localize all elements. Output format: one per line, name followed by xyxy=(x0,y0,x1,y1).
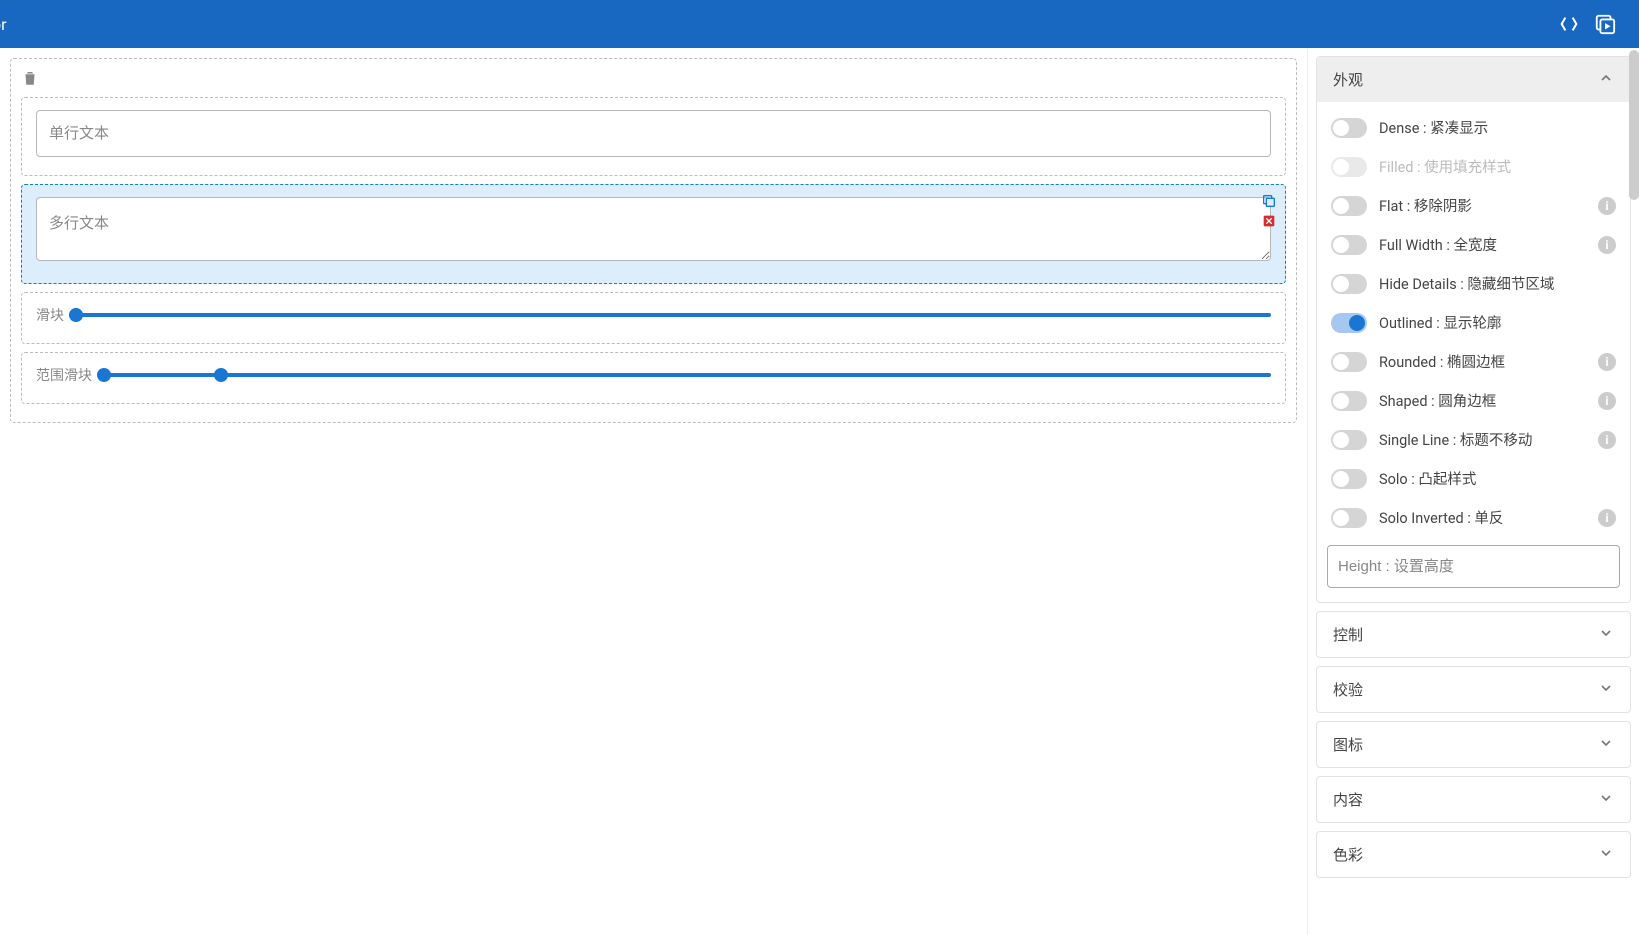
range-thumb-start[interactable] xyxy=(97,368,111,382)
prop-row-solo: Solo : 凸起样式 xyxy=(1327,459,1620,498)
prop-label: Single Line : 标题不移动 xyxy=(1379,429,1586,450)
prop-label: Full Width : 全宽度 xyxy=(1379,234,1586,255)
section-title: 色彩 xyxy=(1333,844,1363,865)
prop-row-singleline: Single Line : 标题不移动 i xyxy=(1327,420,1620,459)
prop-row-filled: Filled : 使用填充样式 xyxy=(1327,147,1620,186)
form-canvas[interactable]: 滑块 范围滑块 xyxy=(0,48,1307,935)
section-content: 内容 xyxy=(1316,776,1631,823)
prop-label: Shaped : 圆角边框 xyxy=(1379,390,1586,411)
slider-track[interactable] xyxy=(76,313,1271,317)
toggle-outlined[interactable] xyxy=(1331,313,1367,333)
info-icon[interactable]: i xyxy=(1598,197,1616,215)
section-title: 图标 xyxy=(1333,734,1363,755)
toggle-filled xyxy=(1331,157,1367,177)
chevron-down-icon xyxy=(1598,625,1614,645)
section-title: 内容 xyxy=(1333,789,1363,810)
toggle-fullwidth[interactable] xyxy=(1331,235,1367,255)
section-icon: 图标 xyxy=(1316,721,1631,768)
range-slider-track[interactable] xyxy=(104,373,1271,377)
form-container[interactable]: 滑块 范围滑块 xyxy=(10,58,1297,423)
prop-label: Solo Inverted : 单反 xyxy=(1379,507,1586,528)
toggle-rounded[interactable] xyxy=(1331,352,1367,372)
toggle-solo[interactable] xyxy=(1331,469,1367,489)
toggle-soloinverted[interactable] xyxy=(1331,508,1367,528)
close-icon[interactable] xyxy=(1261,213,1277,229)
prop-label: Dense : 紧凑显示 xyxy=(1379,117,1616,138)
app-header: or xyxy=(0,0,1639,48)
section-title: 控制 xyxy=(1333,624,1363,645)
code-icon[interactable] xyxy=(1557,12,1581,36)
properties-panel[interactable]: 外观 Dense : 紧凑显示 Filled : 使用填充样式 Flat : 移除阴… xyxy=(1307,48,1639,935)
prop-row-dense: Dense : 紧凑显示 xyxy=(1327,108,1620,147)
prop-label: Rounded : 椭圆边框 xyxy=(1379,351,1586,372)
form-toolbar xyxy=(21,69,1286,91)
section-header-appearance[interactable]: 外观 xyxy=(1317,57,1630,102)
range-thumb-end[interactable] xyxy=(214,368,228,382)
section-control: 控制 xyxy=(1316,611,1631,658)
slider-thumb[interactable] xyxy=(69,308,83,322)
text-input[interactable] xyxy=(36,110,1271,157)
prop-row-outlined: Outlined : 显示轮廓 xyxy=(1327,303,1620,342)
section-header-control[interactable]: 控制 xyxy=(1317,612,1630,657)
toggle-singleline[interactable] xyxy=(1331,430,1367,450)
prop-row-rounded: Rounded : 椭圆边框 i xyxy=(1327,342,1620,381)
field-single-line-text[interactable] xyxy=(21,97,1286,176)
section-header-color[interactable]: 色彩 xyxy=(1317,832,1630,877)
prop-row-flat: Flat : 移除阴影 i xyxy=(1327,186,1620,225)
section-title: 校验 xyxy=(1333,679,1363,700)
section-title: 外观 xyxy=(1333,69,1363,90)
height-input[interactable] xyxy=(1327,545,1620,588)
chevron-down-icon xyxy=(1598,680,1614,700)
toggle-flat[interactable] xyxy=(1331,196,1367,216)
play-icon[interactable] xyxy=(1593,12,1617,36)
info-icon[interactable]: i xyxy=(1598,431,1616,449)
chevron-down-icon xyxy=(1598,790,1614,810)
info-icon[interactable]: i xyxy=(1598,236,1616,254)
prop-label: Hide Details : 隐藏细节区域 xyxy=(1379,273,1616,294)
toggle-hidedetails[interactable] xyxy=(1331,274,1367,294)
prop-label: Solo : 凸起样式 xyxy=(1379,468,1616,489)
range-slider-label: 范围滑块 xyxy=(36,365,92,385)
copy-icon[interactable] xyxy=(1261,193,1277,209)
prop-row-shaped: Shaped : 圆角边框 i xyxy=(1327,381,1620,420)
chevron-up-icon xyxy=(1598,70,1614,90)
info-icon[interactable]: i xyxy=(1598,353,1616,371)
prop-label: Filled : 使用填充样式 xyxy=(1379,156,1616,177)
field-multiline-text[interactable] xyxy=(21,184,1286,284)
toggle-dense[interactable] xyxy=(1331,118,1367,138)
textarea-input[interactable] xyxy=(36,197,1271,261)
prop-label: Outlined : 显示轮廓 xyxy=(1379,312,1616,333)
toggle-shaped[interactable] xyxy=(1331,391,1367,411)
info-icon[interactable]: i xyxy=(1598,509,1616,527)
header-title: or xyxy=(0,15,7,34)
section-color: 色彩 xyxy=(1316,831,1631,878)
section-validate: 校验 xyxy=(1316,666,1631,713)
section-header-content[interactable]: 内容 xyxy=(1317,777,1630,822)
section-header-validate[interactable]: 校验 xyxy=(1317,667,1630,712)
chevron-down-icon xyxy=(1598,735,1614,755)
field-slider[interactable]: 滑块 xyxy=(21,292,1286,344)
trash-icon[interactable] xyxy=(21,75,39,91)
info-icon[interactable]: i xyxy=(1598,392,1616,410)
prop-row-fullwidth: Full Width : 全宽度 i xyxy=(1327,225,1620,264)
slider-label: 滑块 xyxy=(36,305,64,325)
section-appearance: 外观 Dense : 紧凑显示 Filled : 使用填充样式 Flat : 移除阴… xyxy=(1316,56,1631,603)
prop-label: Flat : 移除阴影 xyxy=(1379,195,1586,216)
chevron-down-icon xyxy=(1598,845,1614,865)
prop-row-hidedetails: Hide Details : 隐藏细节区域 xyxy=(1327,264,1620,303)
section-header-icon[interactable]: 图标 xyxy=(1317,722,1630,767)
prop-row-soloinverted: Solo Inverted : 单反 i xyxy=(1327,498,1620,537)
field-range-slider[interactable]: 范围滑块 xyxy=(21,352,1286,404)
